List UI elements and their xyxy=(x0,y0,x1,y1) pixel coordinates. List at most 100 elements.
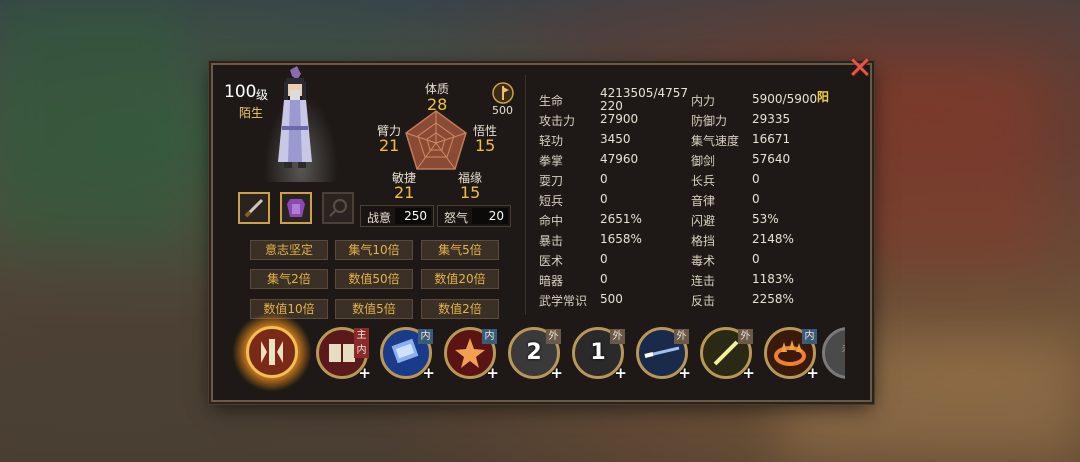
attr-label: 音律 xyxy=(691,194,716,208)
attr-label: 武学常识 xyxy=(539,294,588,308)
nuqi-value: 20 xyxy=(488,209,504,223)
add-skill-icon[interactable]: + xyxy=(422,364,435,382)
neili-type-badge: 阳 xyxy=(817,90,830,104)
attr-label: 内力 xyxy=(691,94,716,108)
skill-slot[interactable]: 主 内 + xyxy=(316,327,371,382)
buff-item[interactable]: 集气2倍 xyxy=(250,269,328,289)
skill-slot[interactable]: 内 + xyxy=(764,327,819,382)
skill-slot[interactable]: 内 + xyxy=(444,327,499,382)
stat-wuxing-value: 15 xyxy=(475,136,496,155)
skill-slot[interactable]: 外 + xyxy=(636,327,691,382)
attr-label: 生命 xyxy=(539,94,564,108)
attr-label: 耍刀 xyxy=(539,174,564,188)
add-skill-icon[interactable]: + xyxy=(678,364,691,382)
battle-flag-count: 500 xyxy=(492,104,513,117)
attr-label: 御剑 xyxy=(691,154,716,168)
attr-value: 57640 xyxy=(752,152,791,166)
attr-value: 0 xyxy=(752,252,760,266)
add-skill-icon[interactable]: + xyxy=(614,364,627,382)
battle-flag-icon xyxy=(492,82,514,104)
attr-value: 0 xyxy=(600,192,608,206)
attr-label: 闪避 xyxy=(691,214,716,228)
add-skill-icon[interactable]: + xyxy=(486,364,499,382)
character-sprite[interactable] xyxy=(270,66,320,178)
attr-value: 3450 xyxy=(600,132,631,146)
attr-label: 拳掌 xyxy=(539,154,564,168)
attr-value: 500 xyxy=(600,292,623,306)
attr-value: 2148% xyxy=(752,232,794,246)
attr-label: 轻功 xyxy=(539,134,564,148)
skill-slot[interactable]: 2 外 + xyxy=(508,327,563,382)
attr-value: 0 xyxy=(600,272,608,286)
zhanyi-value: 250 xyxy=(404,209,427,223)
attr-value: 5900/5900 xyxy=(752,92,818,106)
add-skill-icon[interactable]: + xyxy=(806,364,819,382)
armor-slot[interactable] xyxy=(280,192,312,224)
accessory-slot[interactable] xyxy=(322,192,354,224)
buff-item[interactable]: 集气10倍 xyxy=(335,240,413,260)
empty-accessory-icon xyxy=(329,199,347,217)
attr-label: 短兵 xyxy=(539,194,564,208)
weapon-slot[interactable] xyxy=(238,192,270,224)
skill-tag-type: 内 xyxy=(418,329,433,344)
stat-fuyuan-value: 15 xyxy=(460,183,481,202)
attr-label: 暴击 xyxy=(539,234,564,248)
nuqi-box: 怒气 20 xyxy=(437,205,511,227)
add-skill-icon[interactable]: + xyxy=(550,364,563,382)
attr-value: 2651% xyxy=(600,212,642,226)
attr-value: 0 xyxy=(600,252,608,266)
attr-value: 16671 xyxy=(752,132,791,146)
attr-value-cont: 220 xyxy=(600,99,623,113)
skill-tag-type: 外 xyxy=(674,329,689,344)
buff-item[interactable]: 数值50倍 xyxy=(335,269,413,289)
skill-slot[interactable]: 1 外 + xyxy=(572,327,627,382)
skill-tag-type: 内 xyxy=(802,329,817,344)
attr-label: 集气速度 xyxy=(691,134,740,148)
sword-icon xyxy=(244,198,264,218)
attr-label: 暗器 xyxy=(539,274,564,288)
attr-value: 2258% xyxy=(752,292,794,306)
attr-label: 医术 xyxy=(539,254,564,268)
armor-icon xyxy=(287,199,305,217)
skill-bar: 主 内 + 内 + 内 + 2 外 + 1 外 + 外 + 外 + 内 + xyxy=(218,322,845,384)
close-button[interactable]: ✕ xyxy=(846,54,874,84)
skill-tag-type: 外 xyxy=(546,329,561,344)
attr-value: 53% xyxy=(752,212,779,226)
skill-tag-locked: 未 xyxy=(839,342,846,357)
stat-minjie-value: 21 xyxy=(394,183,415,202)
attr-label: 连击 xyxy=(691,274,716,288)
attr-label: 长兵 xyxy=(691,174,716,188)
attr-value: 0 xyxy=(752,172,760,186)
attr-value: 27900 xyxy=(600,112,639,126)
nuqi-label: 怒气 xyxy=(444,211,469,225)
buff-item[interactable]: 数值5倍 xyxy=(335,299,413,319)
buff-item[interactable]: 意志坚定 xyxy=(250,240,328,260)
section-divider xyxy=(525,75,526,315)
attr-value: 1183% xyxy=(752,272,794,286)
attr-value: 4213505/4757 xyxy=(600,86,689,100)
attr-label: 命中 xyxy=(539,214,564,228)
buff-item[interactable]: 数值20倍 xyxy=(421,269,499,289)
attribute-radar-chart xyxy=(405,110,467,170)
buff-list[interactable]: 意志坚定 集气10倍 集气5倍 集气2倍 数值50倍 数值20倍 数值10倍 数… xyxy=(240,236,510,320)
attr-label: 防御力 xyxy=(691,114,728,128)
attr-value: 0 xyxy=(600,172,608,186)
skill-tag-type: 外 xyxy=(738,329,753,344)
attr-value: 0 xyxy=(752,192,760,206)
skill-tag-type: 外 xyxy=(610,329,625,344)
skill-tag-type: 内 xyxy=(482,329,497,344)
buff-item[interactable]: 数值2倍 xyxy=(421,299,499,319)
add-skill-icon[interactable]: + xyxy=(742,364,755,382)
attr-label: 毒术 xyxy=(691,254,716,268)
skill-slot[interactable]: 外 + xyxy=(700,327,755,382)
background-blur xyxy=(0,0,180,240)
add-skill-icon[interactable]: + xyxy=(358,364,371,382)
skill-slot-locked[interactable]: 未 xyxy=(822,327,845,379)
attr-label: 格挡 xyxy=(691,234,716,248)
skill-slot[interactable]: 内 + xyxy=(380,327,435,382)
skill-tag-type: 内 xyxy=(354,343,369,358)
zhanyi-box: 战意 250 xyxy=(360,205,434,227)
attr-value: 47960 xyxy=(600,152,639,166)
buff-item[interactable]: 集气5倍 xyxy=(421,240,499,260)
attr-label: 攻击力 xyxy=(539,114,576,128)
